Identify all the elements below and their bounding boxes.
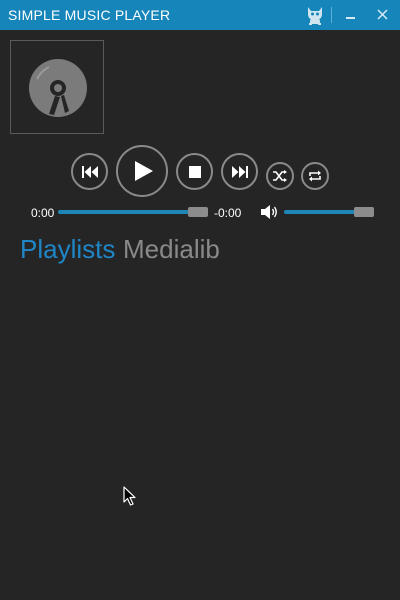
album-art bbox=[10, 40, 104, 134]
elapsed-time: 0:00 bbox=[31, 206, 55, 220]
play-icon bbox=[135, 161, 153, 181]
progress-track[interactable] bbox=[58, 210, 206, 214]
shuffle-button[interactable] bbox=[266, 162, 294, 190]
remaining-time: -0:00 bbox=[214, 206, 242, 220]
close-icon[interactable] bbox=[368, 0, 398, 30]
minimize-icon[interactable] bbox=[336, 0, 366, 30]
tab-medialib[interactable]: Medialib bbox=[123, 234, 220, 265]
title-bar[interactable]: SIMPLE MUSIC PLAYER bbox=[0, 0, 400, 30]
disc-icon bbox=[29, 59, 87, 117]
titlebar-divider bbox=[331, 7, 332, 23]
skip-next-icon bbox=[231, 165, 248, 178]
speaker-icon[interactable] bbox=[261, 204, 279, 225]
stop-icon bbox=[188, 165, 201, 178]
next-button[interactable] bbox=[221, 153, 258, 190]
volume-thumb[interactable] bbox=[354, 207, 374, 217]
play-button[interactable] bbox=[116, 145, 168, 197]
stop-button[interactable] bbox=[176, 153, 213, 190]
shuffle-icon bbox=[273, 170, 287, 182]
music-player-window: SIMPLE MUSIC PLAYER 0:00 -0:00 Playlists… bbox=[0, 0, 400, 600]
previous-button[interactable] bbox=[71, 153, 108, 190]
mascot-icon bbox=[300, 0, 330, 30]
skip-previous-icon bbox=[81, 165, 98, 178]
progress-thumb[interactable] bbox=[188, 207, 208, 217]
tab-playlists[interactable]: Playlists bbox=[20, 234, 115, 265]
mouse-cursor bbox=[123, 486, 137, 511]
repeat-button[interactable] bbox=[301, 162, 329, 190]
repeat-icon bbox=[309, 170, 321, 182]
window-title: SIMPLE MUSIC PLAYER bbox=[8, 7, 171, 23]
